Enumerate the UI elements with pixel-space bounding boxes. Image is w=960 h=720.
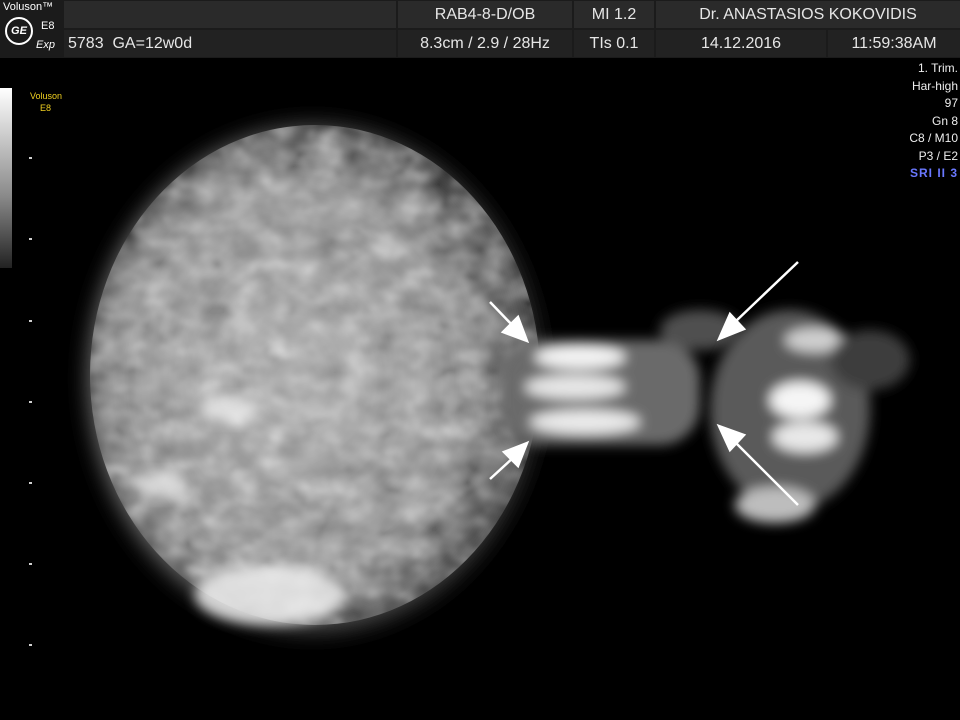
- fetal-head-region: [87, 123, 543, 633]
- exam-time: 11:59:38AM: [828, 30, 960, 57]
- patient-info: 5783 GA=12w0d: [64, 30, 396, 57]
- depth-info: 8.3cm / 2.9 / 28Hz: [398, 30, 572, 57]
- patient-id: 5783: [68, 35, 104, 52]
- tis-value: TIs 0.1: [574, 30, 654, 57]
- doctor-name: Dr. ANASTASIOS KOKOVIDIS: [656, 1, 960, 28]
- ge-logo-icon: GE: [5, 17, 33, 45]
- brand-block: Voluson™ GE E8 Exp: [0, 0, 62, 58]
- probe-label: RAB4-8-D/OB: [398, 1, 572, 28]
- exam-date: 14.12.2016: [656, 30, 826, 57]
- mi-value: MI 1.2: [574, 1, 654, 28]
- distal-structure-region: [710, 310, 910, 523]
- ultrasound-image: [87, 123, 910, 633]
- scanner-header: Voluson™ GE E8 Exp RAB4-8-D/OB MI 1.2 Dr…: [0, 0, 960, 58]
- model-label: E8: [41, 20, 55, 32]
- header-blank-cell: [64, 1, 396, 28]
- brand-label: Voluson™: [3, 1, 54, 13]
- model-suffix-label: Exp: [36, 39, 55, 51]
- gestational-age: GA=12w0d: [112, 35, 193, 52]
